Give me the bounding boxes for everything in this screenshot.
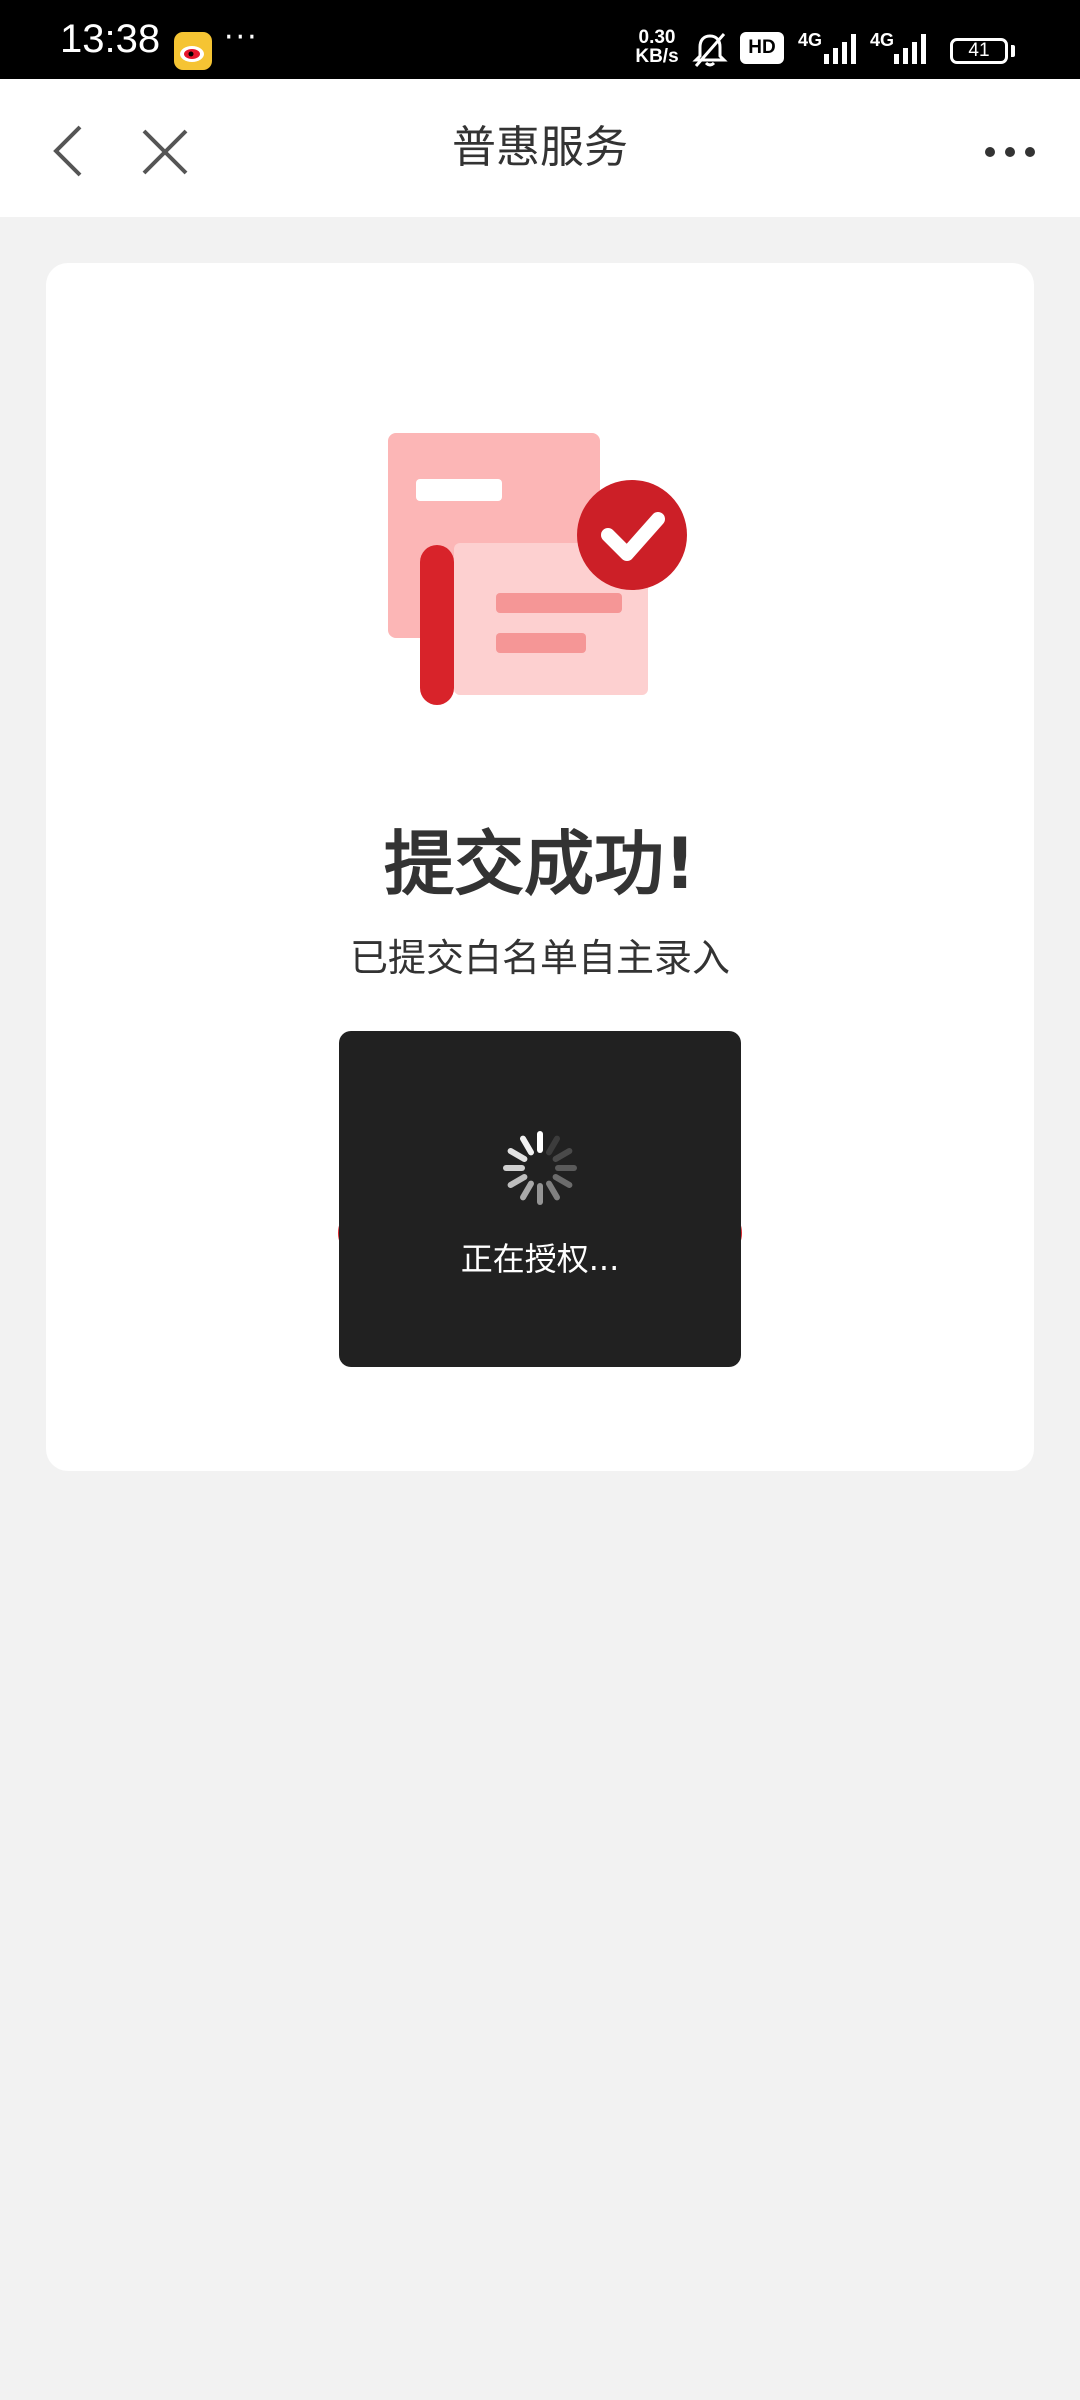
hd-badge: HD bbox=[740, 32, 784, 64]
network-speed: 0.30 KB/s bbox=[632, 28, 682, 66]
loading-spinner-icon bbox=[500, 1128, 580, 1208]
network-speed-unit: KB/s bbox=[635, 46, 679, 67]
weibo-app-icon bbox=[174, 32, 212, 70]
mute-bell-icon bbox=[690, 30, 730, 74]
battery-tip bbox=[1011, 45, 1015, 57]
nav-header: 普惠服务 bbox=[0, 79, 1080, 217]
notification-overflow: ··· bbox=[224, 20, 259, 55]
loading-toast: 正在授权... bbox=[339, 1031, 741, 1367]
success-subtitle: 已提交白名单自主录入 bbox=[349, 936, 730, 980]
signal-icon bbox=[892, 26, 934, 70]
document-success-illustration-icon bbox=[386, 433, 766, 733]
success-title: 提交成功! bbox=[384, 823, 696, 905]
battery-level: 41 bbox=[968, 40, 990, 61]
network-speed-value: 0.30 bbox=[638, 27, 676, 48]
status-time: 13:38 bbox=[60, 17, 161, 61]
network-type-1: 4G bbox=[798, 30, 823, 50]
more-horizontal-icon[interactable] bbox=[980, 127, 1040, 177]
signal-icon bbox=[822, 26, 864, 70]
page-title: 普惠服务 bbox=[452, 122, 628, 173]
network-type-2: 4G bbox=[870, 30, 895, 50]
status-bar: 13:38 ··· 0.30 KB/s HD 4G 4G 41 bbox=[0, 0, 1080, 79]
loading-text: 正在授权... bbox=[460, 1240, 620, 1278]
